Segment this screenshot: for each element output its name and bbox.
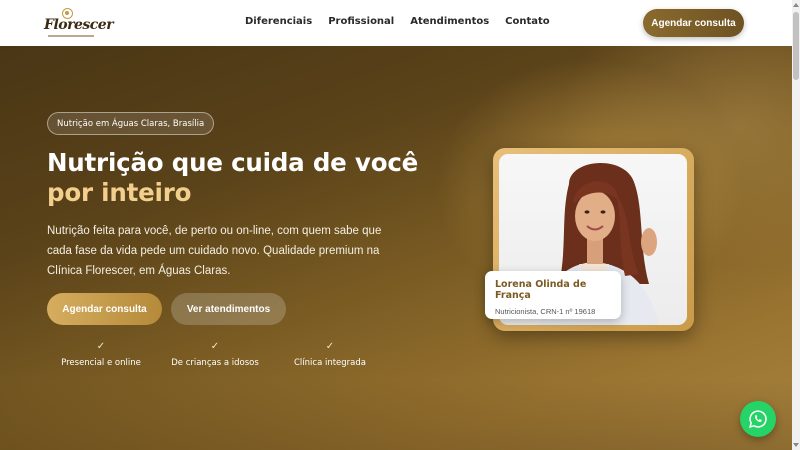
logo-text: Florescer <box>44 17 114 33</box>
feature-label: Presencial e online <box>61 358 141 368</box>
nav-atendimentos[interactable]: Atendimentos <box>410 16 489 27</box>
location-badge: Nutrição em Águas Claras, Brasília <box>47 112 215 135</box>
feature-idades: ✓ De crianças a idosos <box>160 341 270 368</box>
nutritionist-name: Lorena Olinda de França <box>495 279 587 301</box>
hero-title-line1: Nutrição que cuida de você <box>47 148 419 177</box>
scrollbar-thumb[interactable] <box>793 12 799 80</box>
whatsapp-button[interactable] <box>740 401 776 437</box>
site-header: Florescer Diferenciais Profissional Aten… <box>0 0 792 46</box>
nav-diferenciais[interactable]: Diferenciais <box>245 16 312 27</box>
hero-description: Nutrição feita para você, de perto ou on… <box>47 225 382 277</box>
feature-clinica: ✓ Clínica integrada <box>275 341 385 368</box>
schedule-consultation-button[interactable]: Agendar consulta <box>47 293 162 325</box>
logo[interactable]: Florescer <box>44 8 114 42</box>
scroll-up-icon[interactable] <box>793 3 799 7</box>
logo-tagline-line <box>48 35 94 37</box>
hero-title-line2: por inteiro <box>47 178 192 207</box>
feature-presencial: ✓ Presencial e online <box>46 341 156 368</box>
whatsapp-icon <box>749 410 767 428</box>
nutritionist-name-card: Lorena Olinda de França Nutricionista, C… <box>485 271 621 319</box>
feature-label: De crianças a idosos <box>171 358 259 368</box>
nav-contato[interactable]: Contato <box>505 16 550 27</box>
header-schedule-button[interactable]: Agendar consulta <box>643 9 744 37</box>
nav-profissional[interactable]: Profissional <box>328 16 394 27</box>
main-nav: Diferenciais Profissional Atendimentos C… <box>245 16 550 27</box>
view-services-button[interactable]: Ver atendimentos <box>171 293 286 325</box>
check-icon: ✓ <box>210 341 220 352</box>
hero-bottom-shade <box>0 380 792 450</box>
check-icon: ✓ <box>96 341 106 352</box>
nutritionist-credentials: Nutricionista, CRN-1 nº 19618 <box>495 307 596 316</box>
check-icon: ✓ <box>325 341 335 352</box>
hero-title: Nutrição que cuida de você por inteiro <box>47 148 447 208</box>
feature-label: Clínica integrada <box>293 358 366 368</box>
vertical-scrollbar[interactable] <box>792 0 800 450</box>
scroll-down-icon[interactable] <box>793 443 799 447</box>
